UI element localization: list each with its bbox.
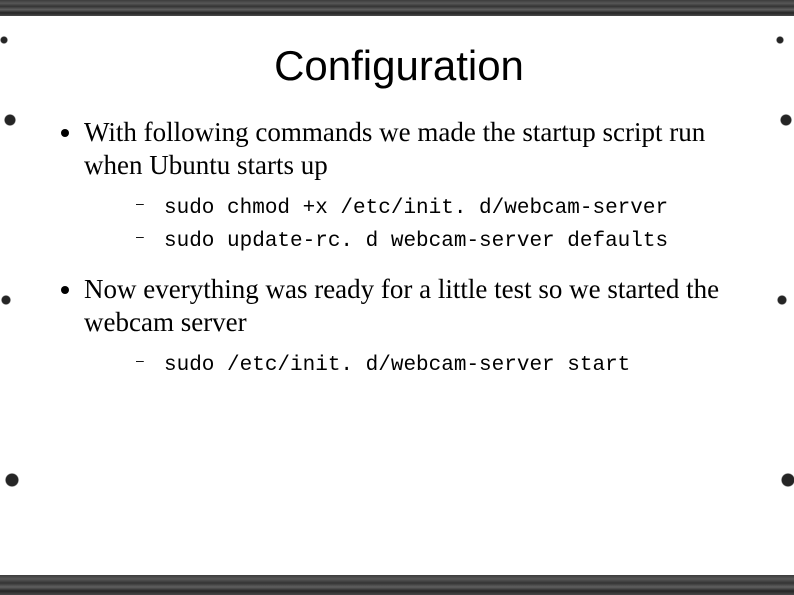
- bullet-item: Now everything was ready for a little te…: [84, 273, 754, 382]
- decorative-border-right: [776, 0, 794, 595]
- slide: Configuration With following commands we…: [0, 0, 794, 595]
- decorative-border-bottom: [0, 575, 794, 595]
- decorative-border-top: [0, 0, 794, 16]
- slide-content: Configuration With following commands we…: [36, 26, 762, 567]
- bullet-item: With following commands we made the star…: [84, 116, 754, 259]
- code-list: sudo chmod +x /etc/init. d/webcam-server…: [110, 192, 754, 259]
- decorative-border-left: [0, 0, 20, 595]
- code-list: sudo /etc/init. d/webcam-server start: [110, 349, 754, 383]
- code-line: sudo /etc/init. d/webcam-server start: [136, 349, 754, 383]
- code-line: sudo chmod +x /etc/init. d/webcam-server: [136, 192, 754, 226]
- code-line: sudo update-rc. d webcam-server defaults: [136, 225, 754, 259]
- bullet-list: With following commands we made the star…: [62, 116, 754, 383]
- bullet-text: With following commands we made the star…: [84, 117, 705, 180]
- slide-title: Configuration: [44, 42, 754, 90]
- bullet-text: Now everything was ready for a little te…: [84, 274, 719, 337]
